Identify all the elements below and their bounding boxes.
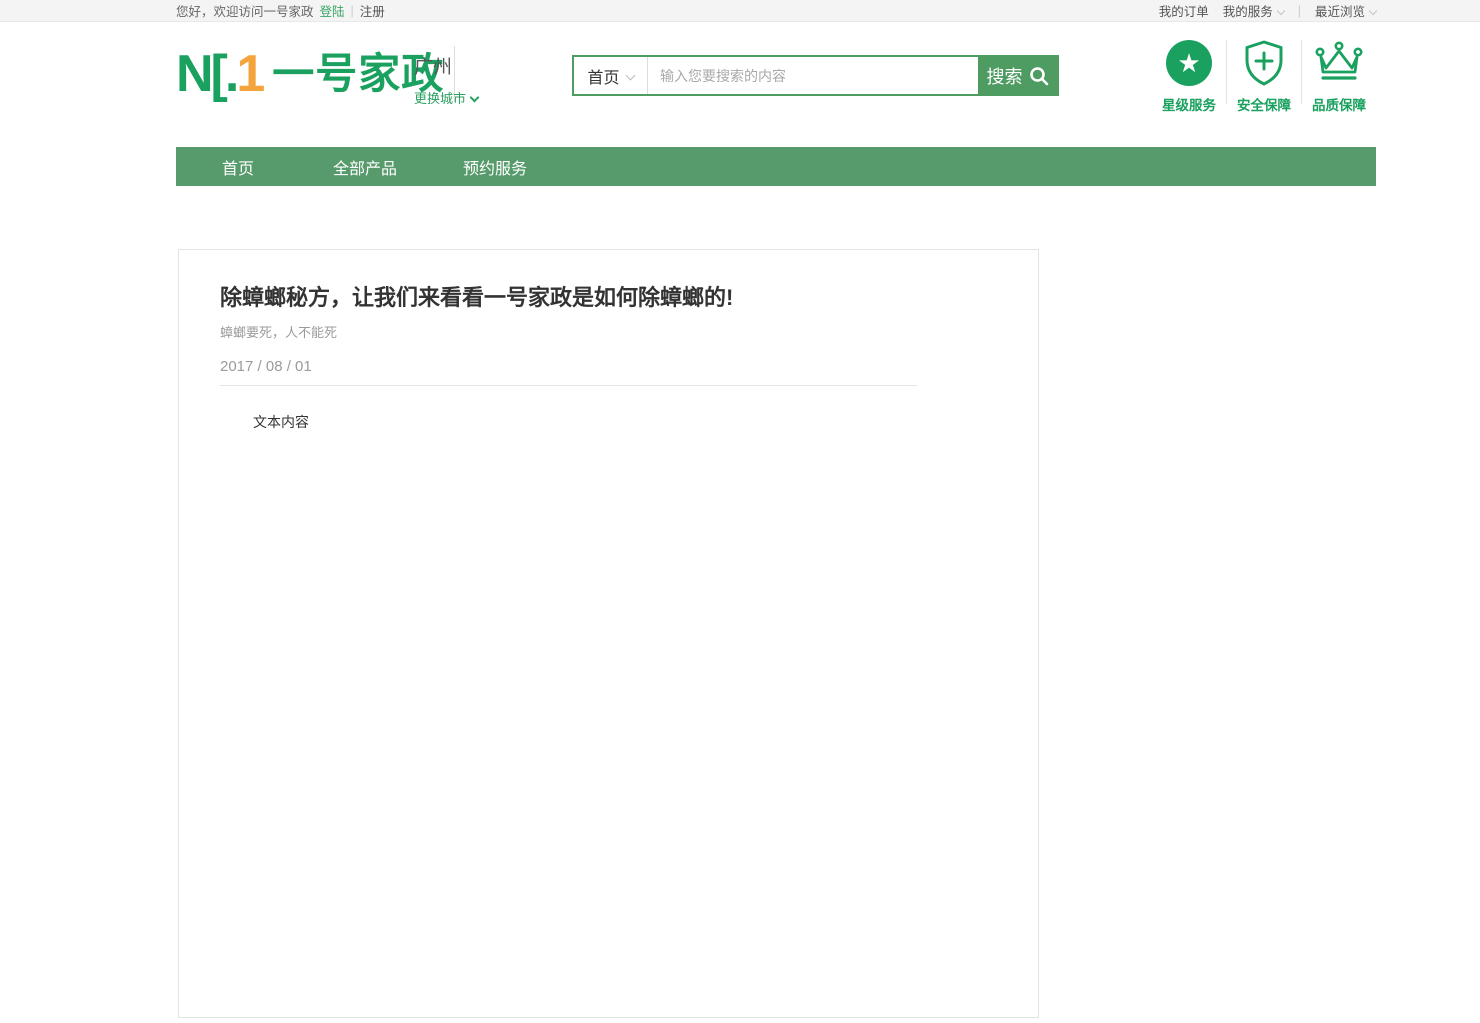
badge-safety-guarantee[interactable]: 安全保障 (1229, 38, 1299, 114)
chevron-down-icon (625, 71, 635, 81)
badge-star-service[interactable]: ★ 星级服务 (1154, 38, 1224, 114)
search-button-label: 搜索 (987, 63, 1023, 89)
article-body-text: 文本内容 (253, 412, 1038, 432)
nav-item-booking[interactable]: 预约服务 (463, 155, 527, 179)
badge-label: 安全保障 (1229, 94, 1299, 114)
search-icon (1029, 66, 1049, 86)
trust-badges: ★ 星级服务 安全保障 (1154, 38, 1374, 114)
change-city-button[interactable]: 更换城市 (414, 88, 478, 107)
search-category-dropdown[interactable]: 首页 (574, 57, 648, 94)
current-city: 广州 (414, 52, 478, 79)
topbar-separator: | (1298, 4, 1301, 18)
login-link[interactable]: 登陆 (320, 1, 345, 20)
badge-label: 星级服务 (1154, 94, 1224, 114)
badge-quality-guarantee[interactable]: 品质保障 (1304, 38, 1374, 114)
my-services-menu[interactable]: 我的服务 (1223, 1, 1284, 20)
shield-plus-icon (1241, 39, 1287, 87)
change-city-label: 更换城市 (414, 88, 466, 107)
chevron-down-icon (1276, 7, 1284, 15)
crown-icon (1311, 39, 1367, 87)
article-title: 除蟑螂秘方，让我们来看看一号家政是如何除蟑螂的! (220, 283, 1038, 313)
nav-item-home[interactable]: 首页 (222, 155, 254, 179)
my-services-label: 我的服务 (1223, 5, 1273, 19)
search-input[interactable] (648, 57, 978, 94)
chevron-down-icon (470, 93, 480, 103)
logo-no1-text: N[.1 (176, 46, 262, 102)
chevron-down-icon (1369, 7, 1377, 15)
article-subtitle: 蟑螂要死，人不能死 (220, 325, 1038, 341)
search-button[interactable]: 搜索 (978, 57, 1057, 94)
badge-label: 品质保障 (1304, 94, 1374, 114)
recent-views-menu[interactable]: 最近浏览 (1315, 1, 1376, 20)
article-date: 2017 / 08 / 01 (220, 358, 1038, 375)
search-category-label: 首页 (587, 64, 619, 88)
topbar-separator: | (351, 4, 354, 18)
topbar: 您好，欢迎访问一号家政 登陆 | 注册 我的订单 我的服务 | 最近浏览 (0, 0, 1480, 22)
search-bar: 首页 搜索 (572, 55, 1059, 96)
site-header: N[.1 一号家政 广州 更换城市 首页 搜索 (0, 22, 1480, 147)
article-card: 除蟑螂秘方，让我们来看看一号家政是如何除蟑螂的! 蟑螂要死，人不能死 2017 … (178, 249, 1039, 1018)
greeting-text: 您好，欢迎访问一号家政 (176, 1, 314, 20)
badge-divider (1301, 40, 1302, 104)
register-link[interactable]: 注册 (360, 1, 385, 20)
nav-item-all-products[interactable]: 全部产品 (333, 155, 397, 179)
badge-divider (1226, 40, 1227, 104)
article-divider (220, 385, 917, 386)
city-selector: 广州 更换城市 (414, 52, 478, 107)
main-nav: 首页 全部产品 预约服务 (176, 147, 1376, 186)
star-icon: ★ (1166, 40, 1212, 86)
my-orders-link[interactable]: 我的订单 (1159, 1, 1209, 20)
recent-views-label: 最近浏览 (1315, 5, 1365, 19)
